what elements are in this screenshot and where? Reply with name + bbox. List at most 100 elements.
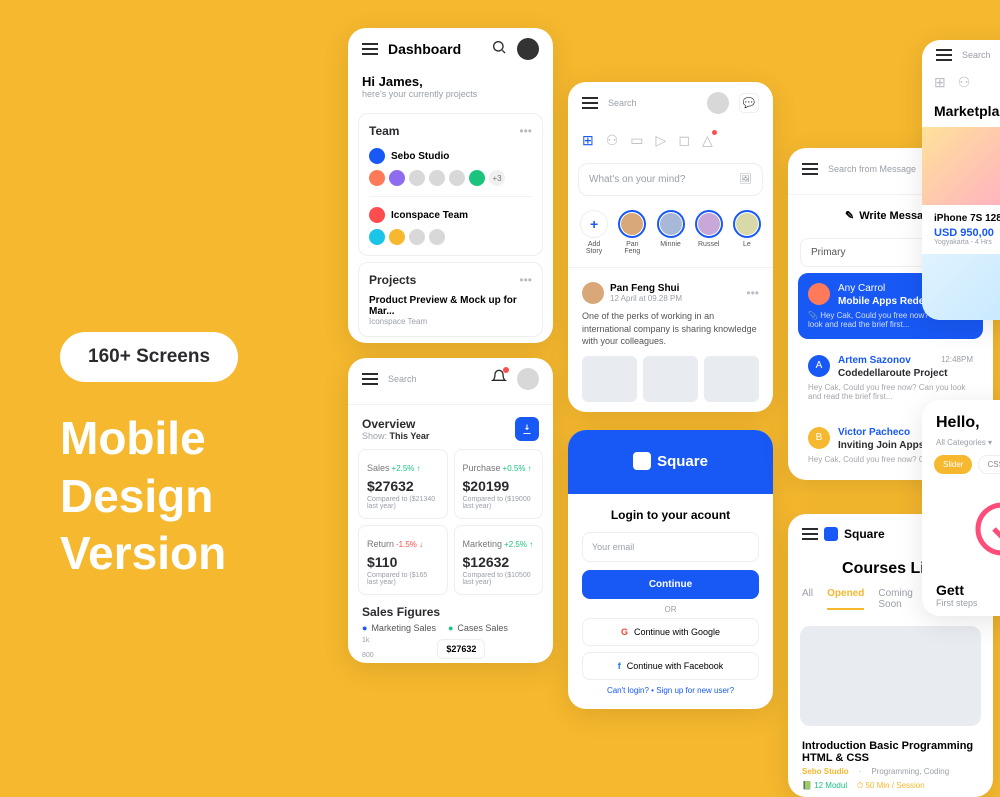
story-item[interactable]: Le [733,210,761,255]
story-item[interactable]: Russel [695,210,723,255]
continue-button[interactable]: Continue [582,570,759,599]
more-icon[interactable]: ••• [746,286,759,300]
add-story[interactable]: +Add Story [580,210,608,255]
avatar: A [808,355,830,377]
page-title: Dashboard [388,41,461,57]
show-filter[interactable]: Show: This Year [362,431,429,441]
greeting: Hello, [922,400,1000,438]
hero-title: Mobile Design Version [60,410,238,583]
overview-title: Overview [362,417,429,431]
avatar[interactable] [517,368,539,390]
nav-users-icon[interactable]: ⚇ [606,132,619,149]
screen-marketplace: Search ⊞ ⚇ Marketplace iPhone 7S 128 Ros… [922,40,1000,320]
team-icon [369,148,385,164]
module-count: 📗 12 Modul [802,781,847,791]
stat-card[interactable]: Purchase+0.5% ↑$20199Compared to ($19000… [454,449,544,519]
search-icon[interactable] [491,39,507,60]
product-image[interactable] [922,127,1000,205]
messages-icon[interactable]: 💬 [739,93,759,113]
product-location: Yogyakarta - 4 Hrs [934,239,1000,246]
menu-icon[interactable] [802,533,818,535]
cant-login-link[interactable]: Can't login? [607,686,649,695]
avatar[interactable] [707,92,729,114]
nav-image-icon[interactable]: ◻ [678,132,690,149]
search-input[interactable]: Search [388,374,481,384]
post-author: Pan Feng Shui [610,283,682,294]
search-input[interactable]: Search [962,50,991,60]
avatar[interactable] [517,38,539,60]
category-select[interactable]: All Categories ▾ [922,438,1000,455]
chip-css[interactable]: CSS [978,455,1000,474]
nav-grid-icon[interactable]: ⊞ [582,132,594,149]
story-item[interactable]: Minnie [656,210,684,255]
logo-icon [824,527,838,541]
brand: Square [844,527,885,541]
greeting-sub: here's your currently projects [362,89,539,99]
post-images[interactable] [582,356,759,402]
legend-marketing: Marketing Sales [362,623,436,633]
post: Pan Feng Shui 12 April at 09.28 PM ••• O… [568,272,773,412]
team-members: +3 [369,170,532,186]
story-item[interactable]: Pan Feng [618,210,646,255]
stat-card[interactable]: Return-1.5% ↓$110Compared to ($165 last … [358,525,448,595]
feed-nav: ⊞ ⚇ ▭ ▷ ◻ △ [568,124,773,157]
signup-link[interactable]: Sign up for new user? [656,686,734,695]
facebook-button[interactable]: fContinue with Facebook [582,652,759,680]
screen-dashboard: Dashboard Hi James, here's your currentl… [348,28,553,343]
product-image[interactable] [922,254,1000,320]
logo-icon [633,452,651,470]
course-author[interactable]: Sebo Studio [802,767,849,776]
post-body: One of the perks of working in an intern… [582,310,759,348]
team-name[interactable]: Sebo Studio [391,151,449,162]
download-icon[interactable] [515,417,539,441]
screen-overview: Search Overview Show: This Year Sales+2.… [348,358,553,663]
tab-opened[interactable]: Opened [827,588,864,610]
story-row: +Add Story Pan Feng Minnie Russel Le [568,202,773,263]
more-icon[interactable]: ••• [519,273,532,287]
team-members [369,229,532,245]
product-name[interactable]: iPhone 7S 128 Rose Gold 99 [934,213,1000,224]
marketplace-title: Marketplace [922,95,1000,127]
course-sub: First steps [936,598,1000,608]
session-length: ⏱ 50 Min / Session [857,781,925,791]
compose-icon: ✎ [845,209,854,222]
course-title[interactable]: Introduction Basic Programming HTML & CS… [802,740,979,764]
bell-icon[interactable] [491,369,507,390]
post-time: 12 April at 09.28 PM [610,294,682,303]
tab-all[interactable]: All [802,588,813,610]
more-icon[interactable]: ••• [519,124,532,138]
stat-card[interactable]: Sales+2.5% ↑$27632Compared to ($21340 la… [358,449,448,519]
course-category: Programming, Coding [871,767,949,776]
nav-grid-icon[interactable]: ⊞ [934,74,946,91]
nav-bell-icon[interactable]: △ [702,132,713,149]
chart-tooltip: $27632 [437,639,485,659]
email-input[interactable]: Your email [582,532,759,562]
nav-wallet-icon[interactable]: ▭ [630,132,643,149]
avatar [808,283,830,305]
menu-icon[interactable] [802,168,818,170]
nav-play-icon[interactable]: ▷ [656,132,667,149]
team-icon [369,207,385,223]
course-title[interactable]: Gett [936,582,1000,598]
more-members[interactable]: +3 [489,170,505,186]
screen-hello: Hello, All Categories ▾ Slider CSS Gett … [922,400,1000,616]
course-image[interactable] [800,626,981,726]
team-label: Team [369,124,399,138]
legend-cases: Cases Sales [448,623,508,633]
team-name[interactable]: Iconspace Team [391,210,468,221]
product-price: USD 950,00 [934,227,1000,239]
google-button[interactable]: GContinue with Google [582,618,759,646]
image-icon[interactable]: 🖼 [739,174,752,185]
nav-users-icon[interactable]: ⚇ [958,74,971,91]
menu-icon[interactable] [362,48,378,50]
chip-slider[interactable]: Slider [934,455,972,474]
menu-icon[interactable] [582,102,598,104]
search-input[interactable]: Search [608,98,697,108]
project-title[interactable]: Product Preview & Mock up for Mar... [369,295,532,317]
or-divider: OR [582,605,759,614]
avatar[interactable] [582,282,604,304]
stat-card[interactable]: Marketing+2.5% ↑$12632Compared to ($1050… [454,525,544,595]
composer-input[interactable]: What's on your mind? 🖼 [578,163,763,196]
menu-icon[interactable] [362,378,378,380]
menu-icon[interactable] [936,54,952,56]
